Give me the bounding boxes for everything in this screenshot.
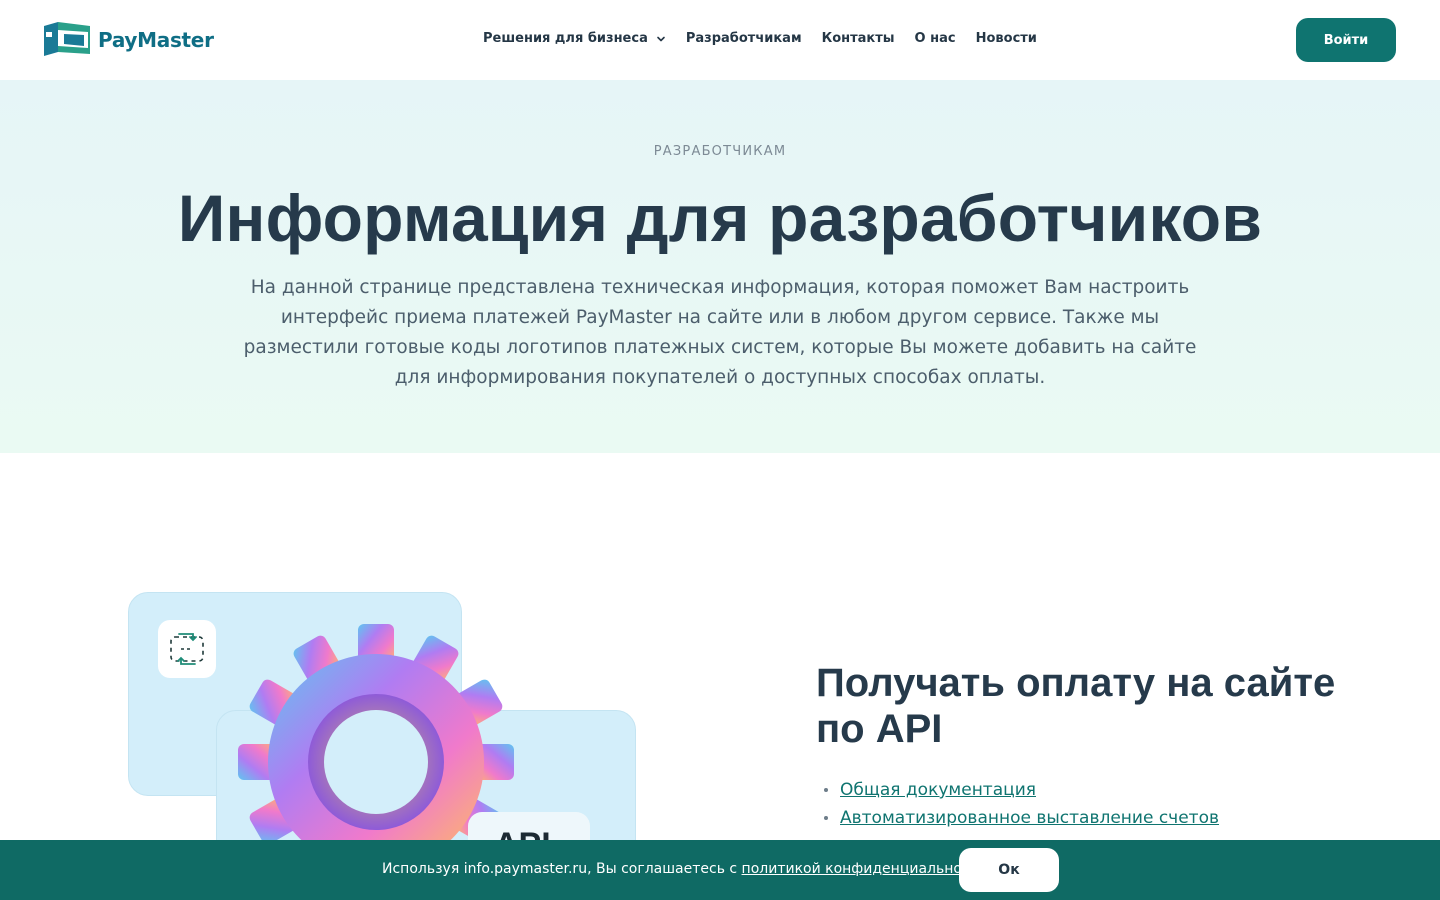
privacy-policy-link[interactable]: политикой конфиденциальности: [742, 861, 987, 877]
nav-item-label: Решения для бизнеса: [483, 31, 648, 46]
bullet: [824, 816, 828, 820]
api-doc-links: Общая документация Автоматизированное вы…: [824, 776, 1219, 832]
main-nav: Решения для бизнеса Разработчикам Контак…: [483, 31, 1057, 46]
nav-item-contacts[interactable]: Контакты: [822, 31, 895, 46]
cookie-ok-button[interactable]: Ок: [959, 848, 1059, 892]
logo-text: PayMaster: [98, 28, 214, 52]
nav-item-label: О нас: [914, 31, 956, 46]
cookie-text: Используя info.paymaster.ru, Вы соглашае…: [382, 861, 987, 877]
page-title: Информация для разработчиков: [177, 181, 1263, 255]
paymaster-logo-icon: [44, 22, 90, 56]
list-item: Автоматизированное выставление счетов: [824, 804, 1219, 832]
login-button[interactable]: Войти: [1296, 18, 1396, 62]
general-docs-link[interactable]: Общая документация: [840, 776, 1036, 804]
chevron-down-icon: [657, 36, 665, 41]
nav-item-developers[interactable]: Разработчикам: [686, 31, 802, 46]
nav-item-about[interactable]: О нас: [915, 31, 956, 46]
hero-section: РАЗРАБОТЧИКАМ Информация для разработчик…: [0, 80, 1440, 453]
logo[interactable]: PayMaster: [44, 22, 214, 58]
nav-item-label: Контакты: [821, 31, 895, 46]
hero-eyebrow: РАЗРАБОТЧИКАМ: [653, 144, 787, 159]
list-item: Общая документация: [824, 776, 1219, 804]
api-illustration: API: [128, 592, 648, 900]
api-exchange-icon: [158, 620, 216, 678]
site-header: PayMaster Решения для бизнеса Разработчи…: [0, 0, 1440, 80]
nav-item-label: Новости: [975, 31, 1037, 46]
hero-description: На данной странице представлена техничес…: [243, 277, 1197, 388]
bullet: [824, 788, 828, 792]
cookie-banner: Используя info.paymaster.ru, Вы соглашае…: [0, 840, 1440, 900]
nav-item-label: Разработчикам: [685, 31, 802, 46]
nav-item-news[interactable]: Новости: [976, 31, 1037, 46]
api-section-title: Получать оплату на сайте по API: [816, 661, 1336, 751]
auto-invoicing-link[interactable]: Автоматизированное выставление счетов: [840, 804, 1219, 832]
cookie-message: Используя info.paymaster.ru, Вы соглашае…: [382, 861, 742, 877]
nav-item-business-solutions[interactable]: Решения для бизнеса: [483, 31, 666, 46]
